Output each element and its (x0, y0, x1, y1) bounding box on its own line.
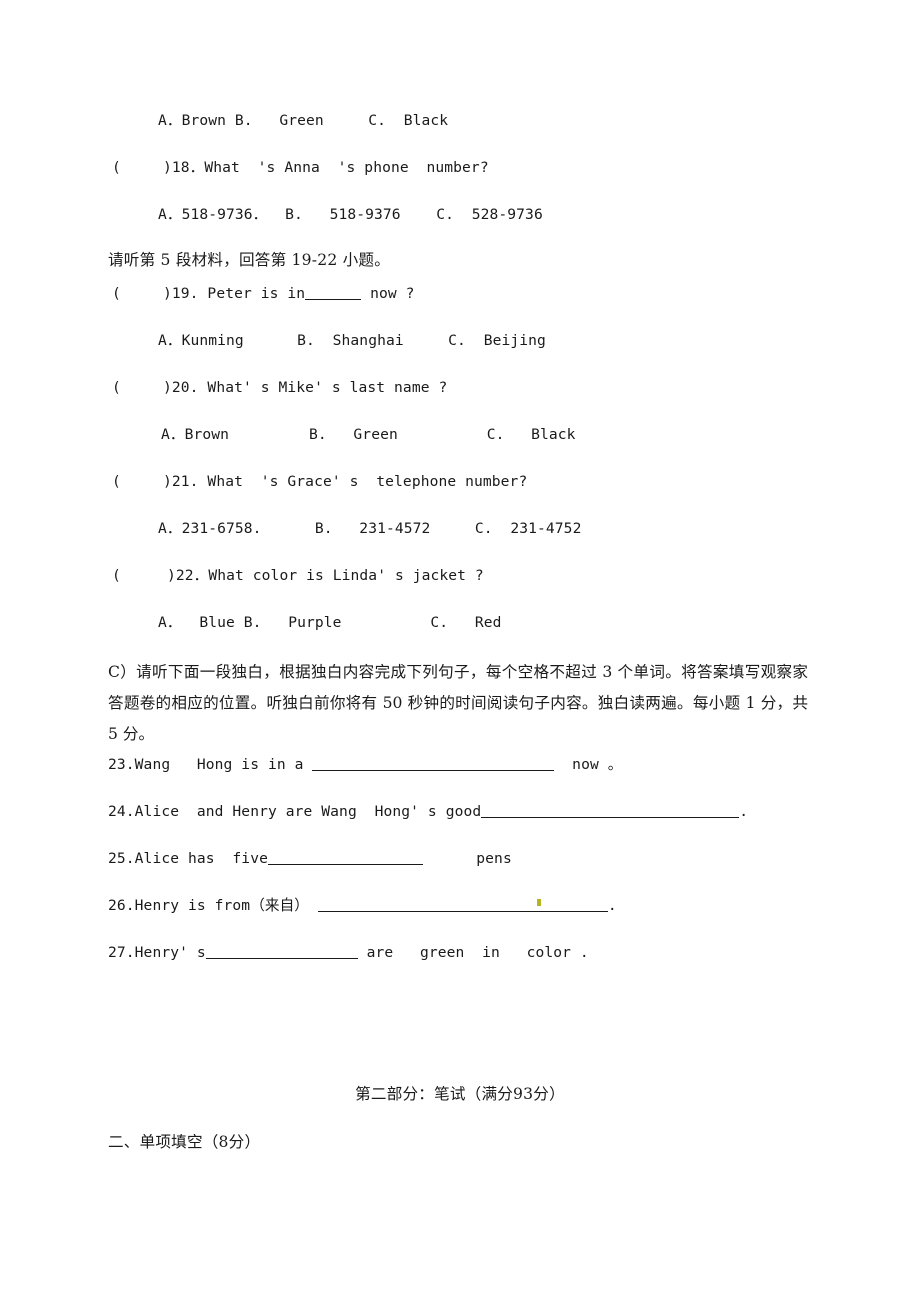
fill-item-23-blank (312, 756, 555, 772)
question-21-text: )21. What 's Grace' s telephone number? (163, 473, 528, 490)
question-22-text: )22．What color is Linda' s jacket ? (167, 567, 484, 584)
fill-item-24-after: . (739, 803, 749, 820)
fill-item-25-blank (267, 850, 423, 866)
question-18-options: A．518-9736． B. 518-9376 C. 528-9736 (158, 206, 543, 223)
fill-item-23: 23.Wang Hong is in a now 。 (108, 754, 622, 776)
question-21-marker-open: ( (112, 473, 121, 490)
fill-item-27-before: Henry' s (134, 944, 206, 961)
fill-item-25-before: Alice has five (134, 850, 268, 867)
part-two-heading: 第二部分：笔试（满分93分） (355, 1085, 565, 1103)
question-19-marker-open: ( (112, 285, 121, 302)
question-18-text: )18．What 's Anna 's phone number? (163, 159, 489, 176)
question-19-options: A．Kunming B. Shanghai C. Beijing (158, 332, 546, 349)
fill-item-24-blank (481, 803, 740, 819)
section-two-heading: 二、单项填空（8分） (108, 1133, 261, 1151)
question-19-text: )19. Peter is in now ? (163, 283, 415, 305)
exam-page: A．Brown B. Green C. Black ( )18．What 's … (0, 0, 920, 1302)
question-20-marker-open: ( (112, 379, 121, 396)
fill-item-26-blank (317, 897, 608, 913)
section-5-instruction: 请听第 5 段材料，回答第 19-22 小题。 (108, 251, 391, 269)
fill-item-24-number: 24. (108, 803, 135, 820)
fill-item-23-number: 23. (108, 756, 135, 773)
fill-item-24-before: Alice and Henry are Wang Hong' s good (134, 803, 482, 820)
fill-item-25: 25.Alice has five pens (108, 848, 512, 870)
question-21-options: A．231-6758. B. 231-4572 C. 231-4752 (158, 520, 582, 537)
fill-item-24: 24.Alice and Henry are Wang Hong' s good… (108, 801, 748, 823)
fill-item-27-after: are green in color . (357, 944, 589, 961)
fill-item-25-number: 25. (108, 850, 135, 867)
part-c-instruction: C）请听下面一段独白，根据独白内容完成下列句子，每个空格不超过 3 个单词。将答… (108, 663, 808, 743)
fill-item-27-number: 27. (108, 944, 135, 961)
fill-item-26-before: Henry is from（来自） (134, 897, 318, 914)
fill-item-26-number: 26. (108, 897, 135, 914)
scan-artifact-speck (537, 899, 541, 906)
question-19-prefix: )19. Peter is in (163, 285, 306, 302)
fill-item-27: 27.Henry' s are green in color . (108, 942, 589, 964)
question-20-text: )20. What' s Mike' s last name ? (163, 379, 448, 396)
fill-item-27-blank (205, 944, 358, 960)
question-19-suffix: now ? (361, 285, 415, 302)
question-19-blank (305, 286, 362, 301)
fill-item-23-before: Wang Hong is in a (134, 756, 313, 773)
fill-item-25-after: pens (422, 850, 512, 867)
question-20-options: A．Brown B. Green C. Black (161, 426, 576, 443)
question-22-options: A． Blue B. Purple C. Red (158, 614, 502, 631)
fill-item-23-after: now 。 (554, 756, 623, 773)
question-18-marker-open: ( (112, 159, 121, 176)
question-17-options: A．Brown B. Green C. Black (158, 112, 449, 129)
fill-item-26-after: . (607, 897, 617, 914)
question-22-marker-open: ( (112, 567, 121, 584)
